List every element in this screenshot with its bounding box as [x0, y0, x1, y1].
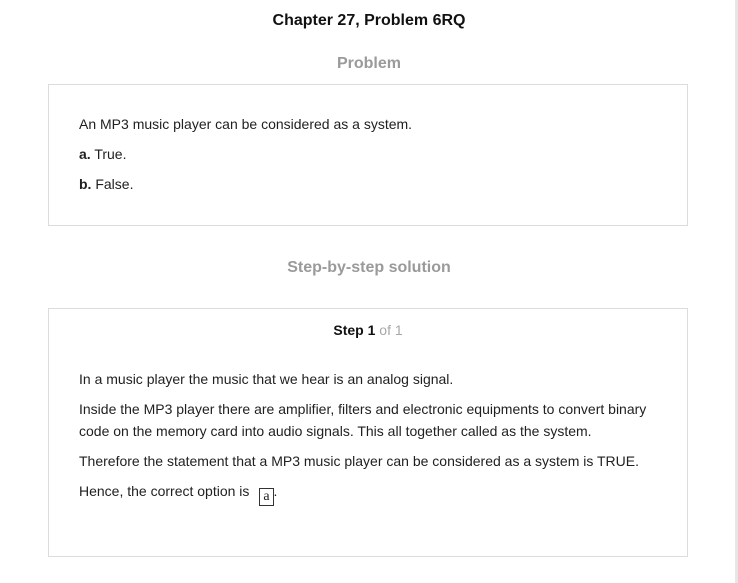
- answer-box: a: [259, 488, 274, 506]
- step-number: 1: [367, 322, 376, 338]
- step-total: of 1: [379, 322, 403, 338]
- solution-paragraph-3: Therefore the statement that a MP3 music…: [79, 453, 639, 469]
- solution-conclusion: Hence, the correct option is a.: [79, 480, 659, 506]
- problem-question: An MP3 music player can be considered as…: [79, 116, 413, 132]
- conclusion-suffix: .: [273, 483, 278, 499]
- problem-body: An MP3 music player can be considered as…: [79, 113, 659, 203]
- conclusion-prefix: Hence, the correct option is: [79, 483, 250, 499]
- option-b-text: False.: [95, 176, 134, 192]
- option-a-letter: a.: [79, 146, 91, 162]
- problem-heading: Problem: [336, 55, 401, 72]
- option-b-letter: b.: [79, 176, 92, 192]
- page-title: Chapter 27, Problem 6RQ: [272, 12, 466, 29]
- solution-page: Chapter 27, Problem 6RQ Problem An MP3 m…: [0, 0, 738, 583]
- solution-paragraph-1: In a music player the music that we hear…: [79, 371, 454, 387]
- option-a: a. True.: [79, 143, 659, 165]
- option-a-text: True.: [94, 146, 127, 162]
- solution-card: Step 1 of 1 In a music player the music …: [48, 308, 688, 557]
- solution-heading: Step-by-step solution: [287, 259, 451, 276]
- solution-body: In a music player the music that we hear…: [79, 368, 659, 514]
- problem-card: An MP3 music player can be considered as…: [48, 84, 688, 226]
- step-label: Step 1 of 1: [49, 322, 687, 338]
- option-b: b. False.: [79, 173, 659, 195]
- solution-paragraph-2: Inside the MP3 player there are amplifie…: [79, 401, 647, 439]
- step-word: Step: [333, 322, 364, 338]
